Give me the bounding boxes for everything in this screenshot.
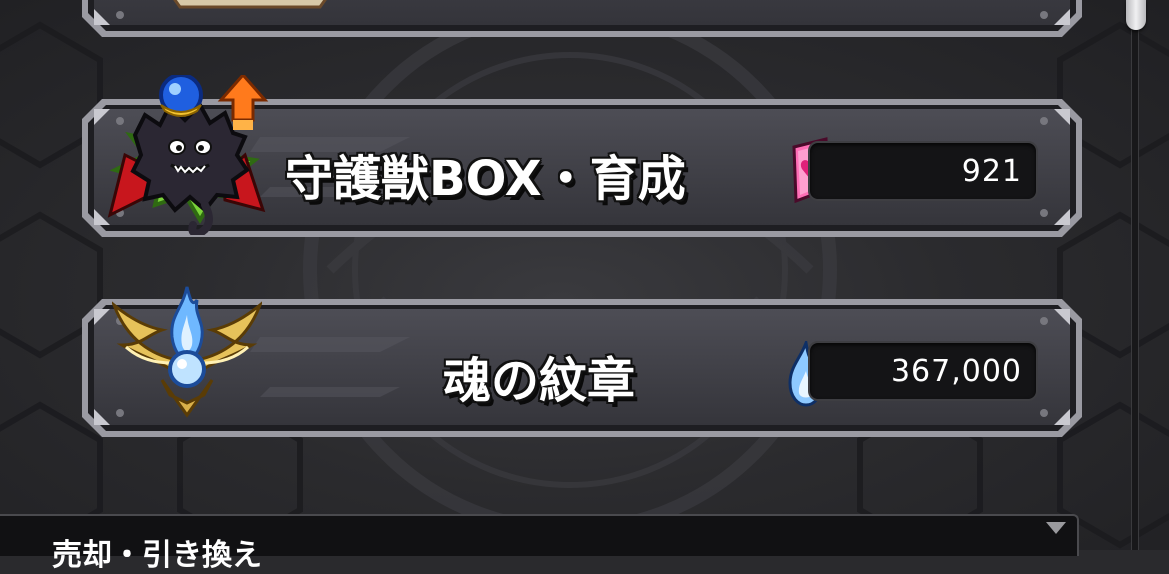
currency-value: 921 [961, 154, 1022, 189]
menu-item-title: 守護獣BOX・育成 [285, 151, 686, 207]
winged-soul-crest-icon [112, 285, 262, 425]
scrollbar-track[interactable] [1131, 0, 1139, 550]
sentinel-creature-icon [105, 75, 275, 235]
currency-display: 921 [808, 141, 1038, 201]
bottom-panel-label: 売却・引き換え [52, 538, 262, 573]
scrollbar-thumb[interactable] [1126, 0, 1146, 30]
menu-item-title: 魂の紋章 [443, 353, 636, 409]
currency-value: 367,000 [890, 354, 1022, 389]
menu-item-top-partial[interactable] [80, 0, 1084, 39]
currency-display: 367,000 [808, 341, 1038, 401]
menu-item-sentinel-box[interactable]: 守護獣BOX・育成 921 [80, 75, 1084, 239]
scroll-icon [170, 0, 330, 9]
triangle-down-icon[interactable] [1046, 522, 1066, 534]
menu-item-soul-crest[interactable]: 魂の紋章 367,000 [80, 286, 1084, 439]
